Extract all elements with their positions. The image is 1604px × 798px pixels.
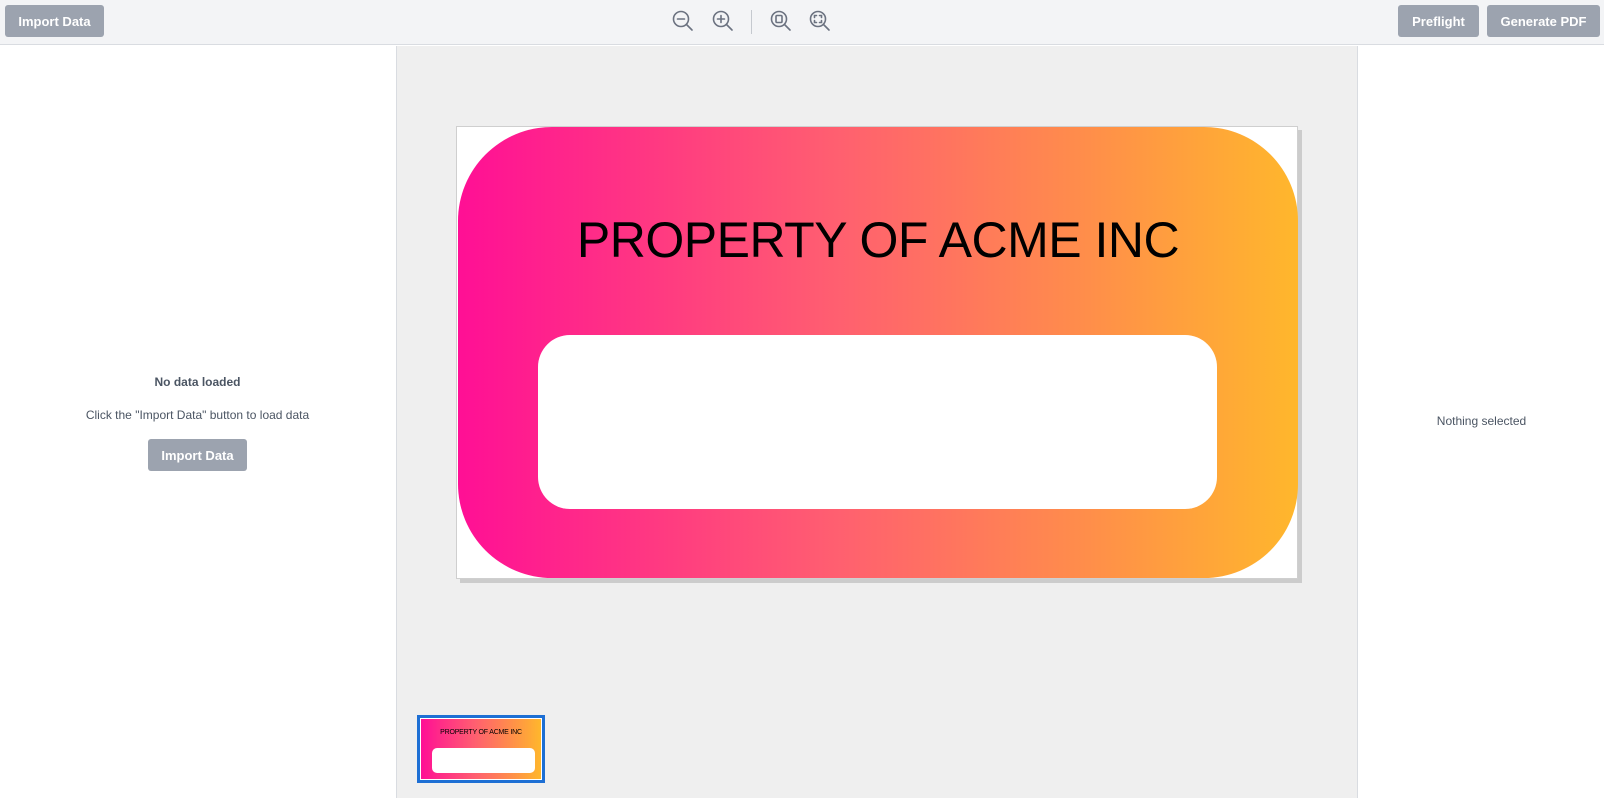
import-data-button[interactable]: Import Data [5, 5, 104, 37]
label-page[interactable]: PROPERTY OF ACME INC [456, 126, 1298, 579]
properties-panel: Nothing selected [1357, 46, 1604, 798]
top-toolbar: Import Data Preflight Generate PDF [0, 0, 1604, 45]
toolbar-divider [751, 10, 752, 34]
zoom-to-fit-icon[interactable] [808, 9, 832, 33]
zoom-in-icon[interactable] [711, 9, 735, 33]
no-data-title: No data loaded [154, 375, 241, 389]
nothing-selected-text: Nothing selected [1436, 414, 1527, 428]
zoom-out-icon[interactable] [671, 9, 695, 33]
label-background[interactable]: PROPERTY OF ACME INC [458, 127, 1298, 578]
thumbnail-preview: PROPERTY OF ACME INC [421, 719, 541, 779]
page-thumbnail[interactable]: PROPERTY OF ACME INC [417, 715, 545, 783]
no-data-hint: Click the "Import Data" button to load d… [85, 408, 310, 422]
generate-pdf-button[interactable]: Generate PDF [1487, 5, 1600, 37]
thumbnail-white-box [432, 748, 535, 773]
import-data-panel-button[interactable]: Import Data [148, 439, 247, 471]
thumbnail-title: PROPERTY OF ACME INC [440, 729, 522, 736]
zoom-to-page-icon[interactable] [769, 9, 793, 33]
preflight-button[interactable]: Preflight [1398, 5, 1479, 37]
label-title-text[interactable]: PROPERTY OF ACME INC [458, 211, 1298, 269]
label-white-box[interactable] [538, 335, 1217, 509]
data-panel: No data loaded Click the "Import Data" b… [0, 46, 397, 798]
